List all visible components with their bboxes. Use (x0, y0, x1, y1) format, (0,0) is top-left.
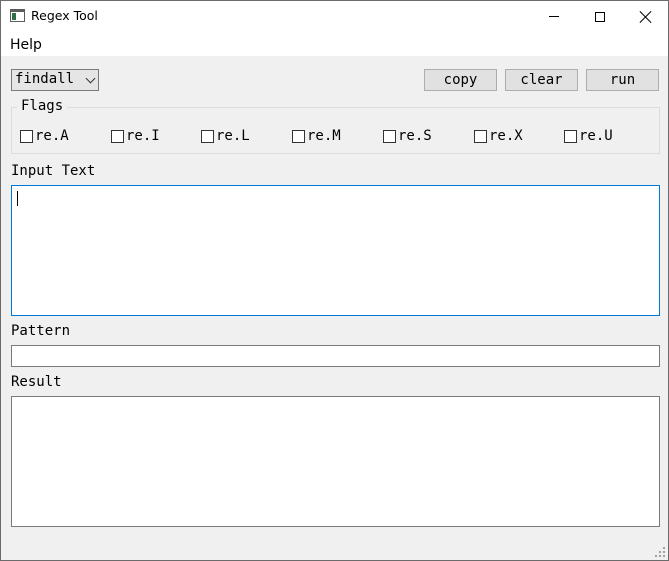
menu-bar: Help (1, 32, 668, 56)
mode-select[interactable]: findall (11, 69, 99, 91)
flag-checkbox-re-s[interactable]: re.S (383, 128, 432, 144)
mode-select-value: findall (15, 71, 75, 87)
close-icon (640, 11, 652, 23)
checkbox-icon[interactable] (201, 129, 214, 143)
checkbox-icon[interactable] (564, 129, 577, 143)
flag-label: re.M (307, 128, 341, 144)
app-window-icon (10, 9, 25, 22)
maximize-button[interactable] (577, 1, 623, 32)
flag-checkbox-re-x[interactable]: re.X (474, 128, 523, 144)
pattern-input[interactable] (11, 345, 660, 367)
chevron-down-icon (85, 73, 96, 84)
input-text-area[interactable] (11, 185, 660, 316)
minimize-icon (549, 16, 559, 17)
flag-label: re.X (489, 128, 523, 144)
window-title: Regex Tool (31, 8, 98, 23)
checkbox-icon[interactable] (20, 129, 33, 143)
input-text-label: Input Text (11, 163, 96, 179)
flag-label: re.I (126, 128, 160, 144)
flags-group-title: Flags (17, 98, 68, 114)
flag-checkbox-re-a[interactable]: re.A (20, 128, 69, 144)
pattern-label: Pattern (11, 323, 71, 339)
menu-item-help[interactable]: Help (10, 37, 42, 53)
run-button[interactable]: run (586, 69, 659, 91)
flag-checkbox-re-m[interactable]: re.M (292, 128, 341, 144)
flag-label: re.L (216, 128, 250, 144)
checkbox-icon[interactable] (383, 129, 396, 143)
flag-label: re.A (35, 128, 69, 144)
title-bar[interactable]: Regex Tool (1, 1, 668, 32)
copy-button[interactable]: copy (424, 69, 497, 91)
maximize-icon (595, 11, 605, 22)
flag-checkbox-re-u[interactable]: re.U (564, 128, 613, 144)
checkbox-icon[interactable] (292, 129, 305, 143)
result-label: Result (11, 374, 62, 390)
minimize-button[interactable] (531, 1, 577, 32)
flag-label: re.U (579, 128, 613, 144)
result-output-area[interactable] (11, 396, 660, 527)
flag-checkbox-re-l[interactable]: re.L (201, 128, 250, 144)
clear-button[interactable]: clear (505, 69, 578, 91)
checkbox-icon[interactable] (474, 129, 487, 143)
checkbox-icon[interactable] (111, 129, 124, 143)
flag-checkbox-re-i[interactable]: re.I (111, 128, 160, 144)
resize-grip-icon[interactable] (655, 547, 665, 557)
close-button[interactable] (623, 1, 669, 32)
app-window: Regex Tool Help findall copy clear run F… (0, 0, 669, 561)
text-caret (17, 191, 18, 206)
flag-label: re.S (398, 128, 432, 144)
